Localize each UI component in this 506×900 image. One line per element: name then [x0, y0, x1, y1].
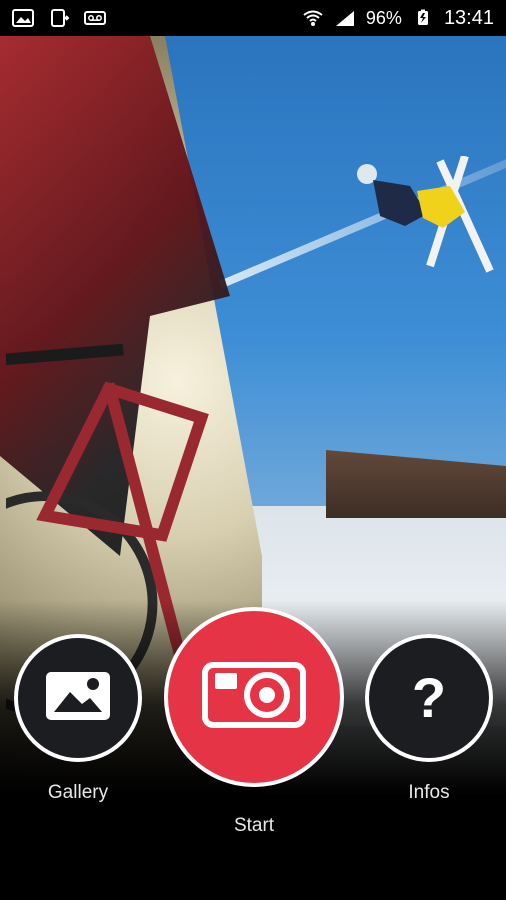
- device-sync-icon: [48, 9, 70, 27]
- gallery-button[interactable]: [14, 634, 142, 762]
- wifi-icon: [302, 9, 324, 27]
- battery-icon: [412, 9, 434, 27]
- infos-button[interactable]: ?: [365, 634, 493, 762]
- voicemail-icon: [84, 9, 106, 27]
- start-button[interactable]: [164, 607, 344, 787]
- clock: 13:41: [443, 6, 494, 29]
- battery-percent: 96%: [365, 7, 402, 28]
- signal-icon: [334, 9, 356, 27]
- start-action[interactable]: Start: [164, 607, 344, 837]
- infos-action[interactable]: ? Infos: [365, 634, 493, 804]
- infos-label: Infos: [408, 782, 450, 803]
- start-label: Start: [233, 815, 275, 836]
- gallery-action[interactable]: Gallery: [14, 634, 142, 804]
- status-bar: 96% 13:41: [0, 0, 506, 36]
- skier-figure: [357, 156, 494, 273]
- gallery-icon: [12, 9, 34, 27]
- image-icon: [44, 670, 112, 727]
- camera-icon: [199, 659, 309, 736]
- question-icon: ?: [411, 666, 447, 729]
- gallery-label: Gallery: [47, 782, 109, 803]
